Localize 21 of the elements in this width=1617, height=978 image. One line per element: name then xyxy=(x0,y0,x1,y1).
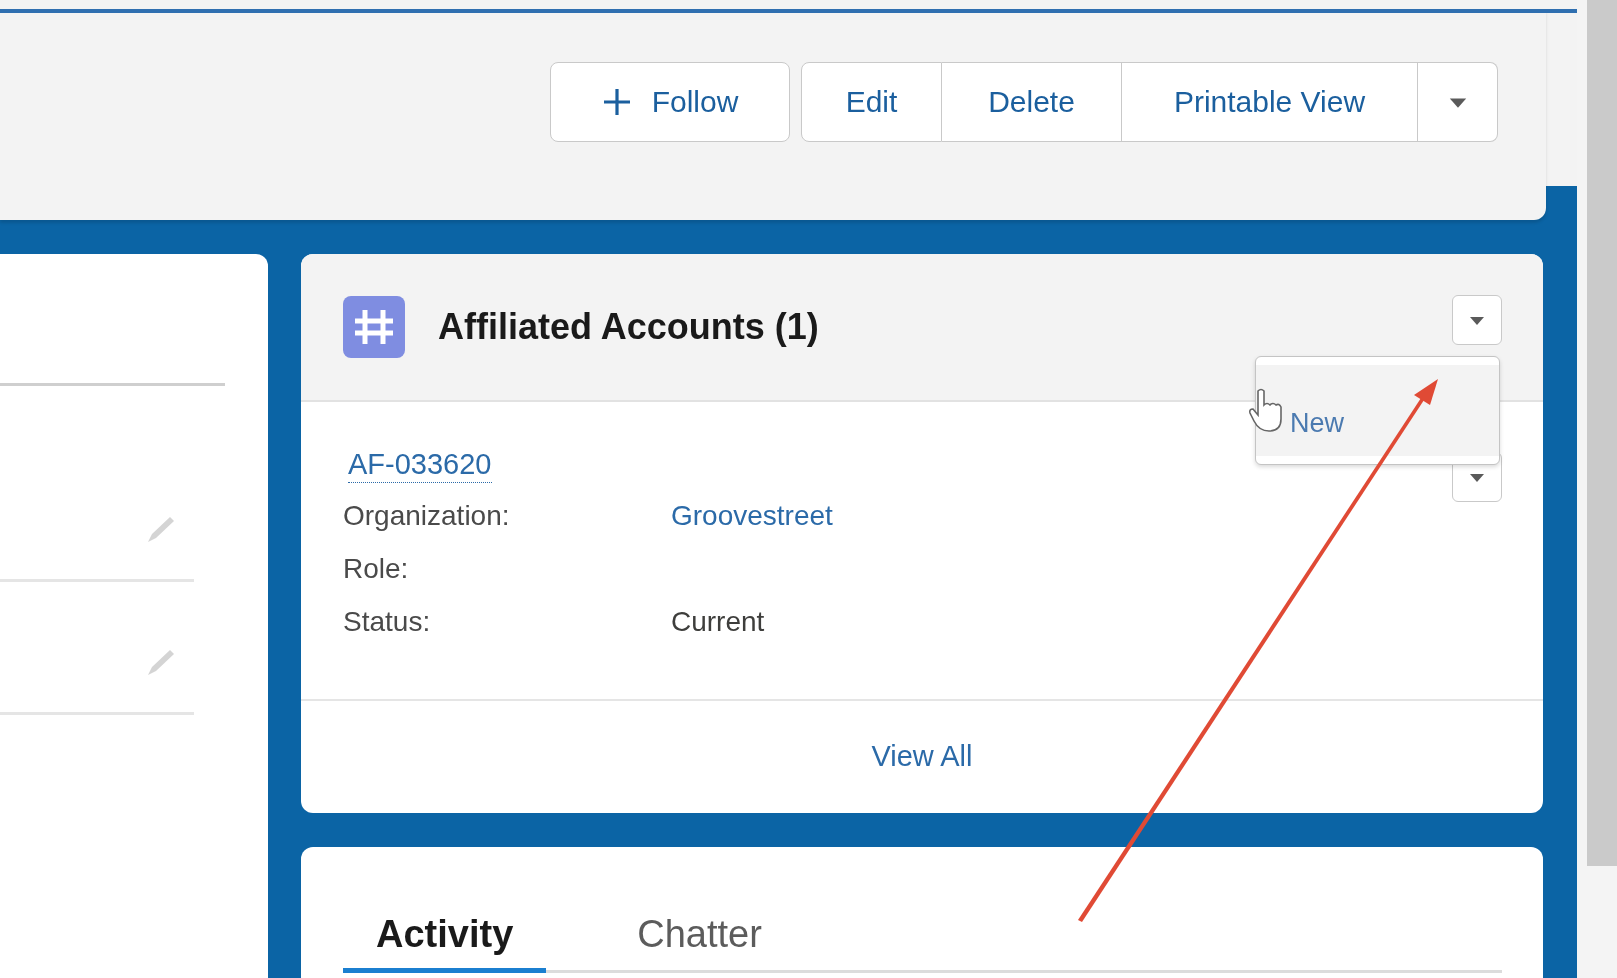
follow-button[interactable]: Follow xyxy=(550,62,790,142)
view-all-link[interactable]: View All xyxy=(871,740,973,773)
dropdown-button[interactable] xyxy=(1452,295,1502,345)
caret-icon xyxy=(1467,314,1487,326)
tab[interactable]: Chatter xyxy=(604,902,795,973)
action-button[interactable]: Edit xyxy=(801,62,942,142)
caret-icon xyxy=(1467,471,1487,483)
card-title: Affiliated Accounts (1) xyxy=(438,306,820,348)
field-label: Status: xyxy=(343,605,432,638)
plus-icon xyxy=(601,87,632,117)
action-button[interactable]: Delete xyxy=(942,62,1122,142)
tab[interactable]: Activity xyxy=(343,902,547,973)
field-label: Role: xyxy=(343,552,410,585)
scrollbar-thumb[interactable] xyxy=(1587,0,1617,866)
menu-item[interactable]: New xyxy=(1256,365,1499,456)
field-label: Organization: xyxy=(343,499,511,532)
action-button[interactable]: Printable View xyxy=(1122,62,1418,142)
record-link[interactable]: AF-033620 xyxy=(348,446,492,483)
hash-icon xyxy=(343,296,405,358)
field-value: Current xyxy=(671,605,766,638)
field-link[interactable]: Groovestreet xyxy=(671,499,1501,532)
